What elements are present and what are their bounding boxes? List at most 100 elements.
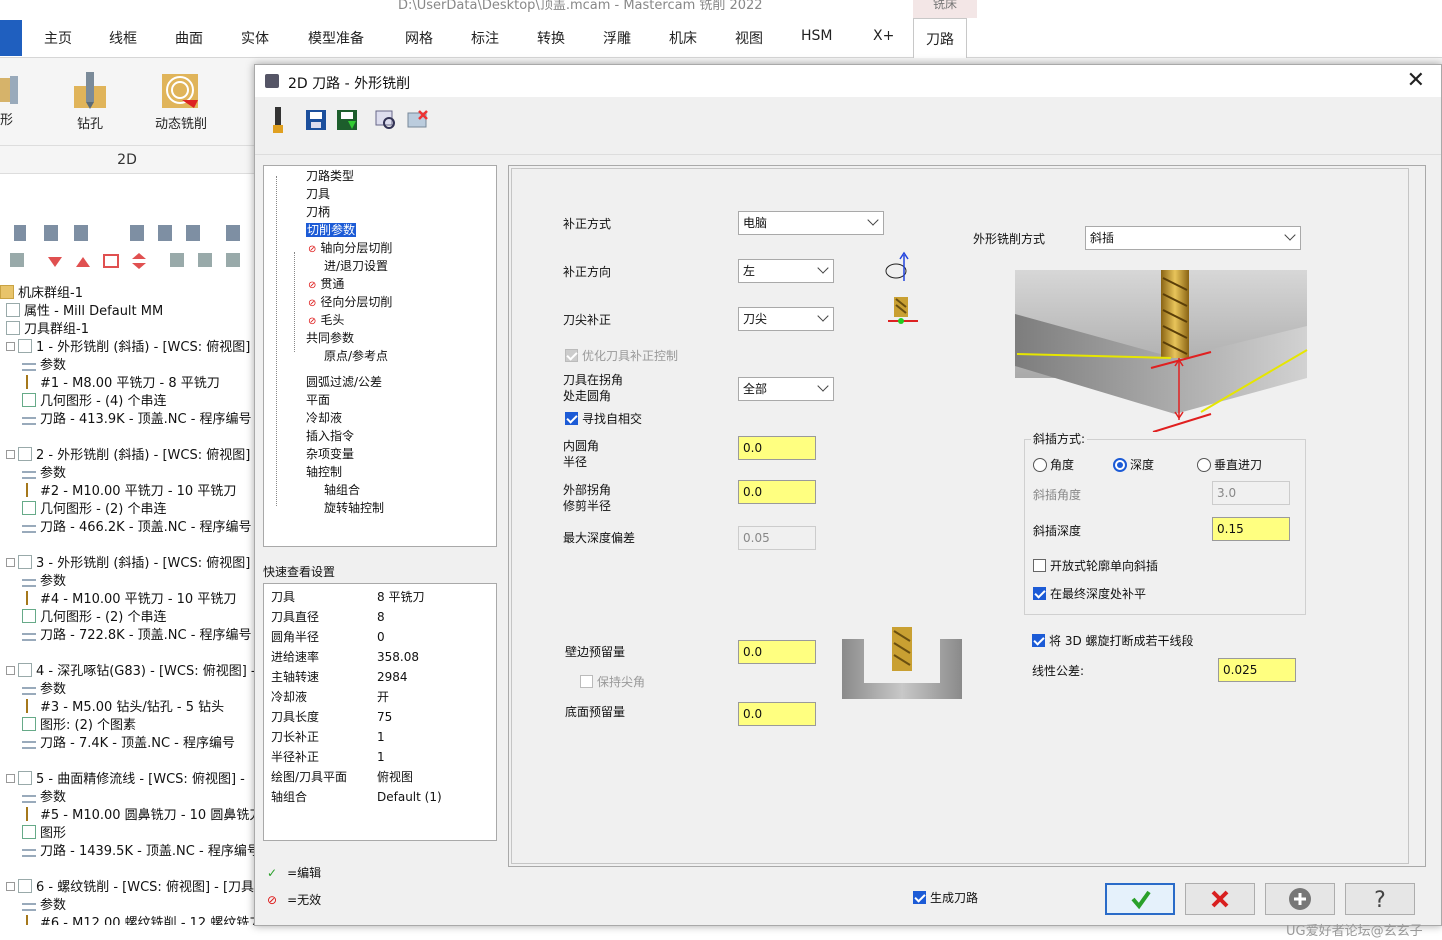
tab-wireframe[interactable]: 线框 [109,28,137,48]
drill-button[interactable]: 钻孔 [68,72,112,132]
expand-toggle-icon[interactable] [6,558,15,567]
tab-home[interactable]: 主页 [44,28,72,48]
tree-item[interactable]: 刀路 - 7.4K - 顶盖.NC - 程序编号 [22,735,235,753]
dynamic-mill-button[interactable]: 动态铣削 [146,72,216,132]
optimize-comp-checkbox[interactable]: 优化刀具补正控制 [565,349,678,363]
ok-button[interactable] [1105,883,1175,915]
tab-xplus[interactable]: X+ [873,28,894,44]
tip-comp-select[interactable]: 刀尖 [738,307,834,331]
delete-toolpath-icon[interactable] [407,109,429,131]
tab-annotate[interactable]: 标注 [471,28,499,48]
keep-sharp-checkbox[interactable]: 保持尖角 [580,675,645,689]
tab-transform[interactable]: 转换 [537,28,565,48]
contour-type-select[interactable]: 斜插 [1085,226,1301,250]
param-tree-item[interactable]: 轴组合 [324,482,360,499]
save-icon[interactable] [305,109,327,131]
find-self-intersect-checkbox[interactable]: 寻找自相交 [565,412,642,426]
tree-item[interactable]: 几何图形 - (2) 个串连 [22,501,167,519]
wall-stock-input[interactable]: 0.0 [738,640,816,664]
param-tree-item[interactable]: ⊘ 轴向分层切削 [308,240,392,257]
tree-item[interactable]: 5 - 曲面精修流线 - [WCS: 俯视图] - [6,771,245,789]
tab-relief[interactable]: 浮雕 [603,28,631,48]
param-tree-item[interactable]: 原点/参考点 [324,348,388,365]
tree-item[interactable]: 2 - 外形铣削 (斜插) - [WCS: 俯视图] [6,447,250,465]
param-tree-item[interactable]: ⊘ 贯通 [308,276,344,293]
tree-item[interactable]: 1 - 外形铣削 (斜插) - [WCS: 俯视图] [6,339,250,357]
vertical-scrollbar[interactable] [1392,169,1408,863]
tree-item[interactable]: 参数 [22,357,66,375]
param-tree-item[interactable]: 刀具 [306,186,330,203]
tree-item[interactable]: 参数 [22,465,66,483]
tree-item[interactable]: 刀路 - 722.8K - 顶盖.NC - 程序编号 [22,627,252,645]
tree-item[interactable]: #6 - M12.00 螺纹铣削 - 12 螺纹铣刀 [22,915,254,925]
file-tab[interactable] [0,20,22,56]
ramp-angle-radio[interactable]: 角度 [1033,456,1074,473]
ramp-depth-input[interactable]: 0.15 [1212,517,1290,541]
tool-select-icon[interactable] [267,107,289,137]
param-tree-item[interactable]: 旋转轴控制 [324,500,384,517]
tree-item[interactable]: #5 - M10.00 圆鼻铣刀 - 10 圆鼻铣刀 [22,807,254,825]
param-tree-item[interactable]: 轴控制 [306,464,342,481]
tree-item[interactable]: 参数 [22,789,66,807]
expand-toggle-icon[interactable] [6,774,15,783]
tree-item[interactable]: #4 - M10.00 平铣刀 - 10 平铣刀 [22,591,236,609]
tree-item[interactable]: 3 - 外形铣削 (斜插) - [WCS: 俯视图] [6,555,250,573]
preview-icon[interactable] [375,109,397,131]
param-tree-item[interactable]: 共同参数 [306,330,354,347]
tree-item[interactable]: 刀路 - 1439.5K - 顶盖.NC - 程序编号 [22,843,254,861]
tree-item[interactable]: 几何图形 - (2) 个串连 [22,609,167,627]
tab-model-prep[interactable]: 模型准备 [308,28,364,48]
tree-item[interactable]: #2 - M10.00 平铣刀 - 10 平铣刀 [22,483,236,501]
tree-item[interactable]: 刀具群组-1 [6,321,89,339]
break-helix-checkbox[interactable]: 将 3D 螺旋打断成若干线段 [1032,634,1194,648]
generate-toolpath-checkbox[interactable]: 生成刀路 [913,891,978,905]
help-button[interactable]: ? [1345,883,1415,915]
tree-item[interactable]: 刀路 - 466.2K - 顶盖.NC - 程序编号 [22,519,252,537]
expand-toggle-icon[interactable] [6,666,15,675]
corner-roll-select[interactable]: 全部 [738,377,834,401]
ramp-plunge-radio[interactable]: 垂直进刀 [1197,456,1262,473]
apply-button[interactable] [1265,883,1335,915]
tab-view[interactable]: 视图 [735,28,763,48]
param-tree-item[interactable]: 刀柄 [306,204,330,221]
tab-mesh[interactable]: 网格 [405,28,433,48]
expand-toggle-icon[interactable] [6,342,15,351]
tree-item[interactable]: 参数 [22,681,66,699]
param-tree-item[interactable]: ⊘ 径向分层切削 [308,294,392,311]
comp-type-select[interactable]: 电脑 [738,211,884,235]
param-tree-item[interactable]: 冷却液 [306,410,342,427]
contour-button[interactable]: 形 [0,74,22,128]
tree-item[interactable]: 图形 [22,825,66,843]
max-depth-dev-input[interactable]: 0.05 [738,526,816,550]
tree-item[interactable]: 6 - 螺纹铣削 - [WCS: 俯视图] - [刀具 [6,879,254,897]
manager-toolbar-icons[interactable] [0,215,254,277]
param-tree-item[interactable]: 圆弧过滤/公差 [306,374,382,391]
tree-item[interactable]: 属性 - Mill Default MM [6,303,163,321]
tree-item[interactable]: 参数 [22,573,66,591]
save-as-icon[interactable] [336,109,358,131]
ramp-depth-radio[interactable]: 深度 [1113,456,1154,473]
open-one-way-checkbox[interactable]: 开放式轮廓单向斜插 [1033,559,1158,573]
param-tree-item[interactable]: 刀路类型 [306,168,354,185]
tree-item[interactable]: 参数 [22,897,66,915]
tree-item[interactable]: 4 - 深孔啄钻(G83) - [WCS: 俯视图] - [6,663,254,681]
floor-stock-input[interactable]: 0.0 [738,702,816,726]
param-tree-item[interactable]: ⊘ 毛头 [308,312,344,329]
tree-item[interactable]: 机床群组-1 [0,285,83,303]
comp-dir-select[interactable]: 左 [738,259,834,283]
tree-item[interactable]: #3 - M5.00 钻头/钻孔 - 5 钻头 [22,699,224,717]
tab-hsm[interactable]: HSM [801,28,833,44]
param-tree-item[interactable]: 进/退刀设置 [324,258,388,275]
cancel-button[interactable] [1185,883,1255,915]
tree-item[interactable]: 图形: (2) 个图素 [22,717,136,735]
outer-trim-input[interactable]: 0.0 [738,480,816,504]
expand-toggle-icon[interactable] [6,882,15,891]
expand-toggle-icon[interactable] [6,450,15,459]
inner-radius-input[interactable]: 0.0 [738,436,816,460]
tab-machine[interactable]: 机床 [669,28,697,48]
param-tree-item[interactable]: 平面 [306,392,330,409]
tab-surfaces[interactable]: 曲面 [175,28,203,48]
tree-item[interactable]: 刀路 - 413.9K - 顶盖.NC - 程序编号 [22,411,252,429]
ramp-angle-input[interactable]: 3.0 [1212,481,1290,505]
tree-item[interactable]: #1 - M8.00 平铣刀 - 8 平铣刀 [22,375,220,393]
